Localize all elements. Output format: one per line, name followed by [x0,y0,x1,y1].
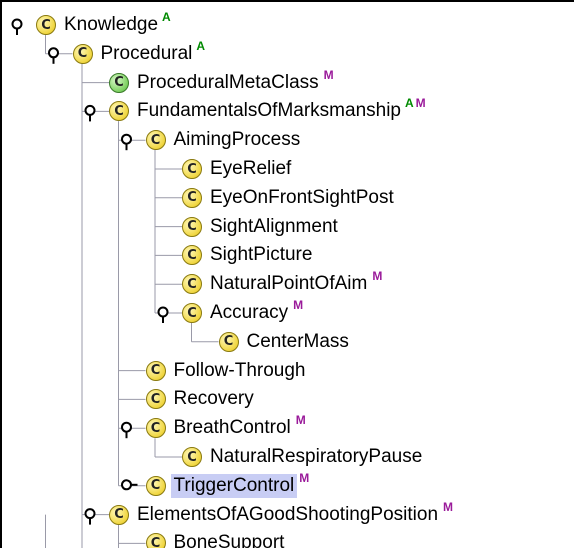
metaclass-badge: M [293,298,304,312]
class-icon: C [145,418,166,439]
class-icon: C [218,331,239,352]
abstract-badge: A [405,96,414,111]
tree-node-fundamentalsofmarksmanship[interactable]: C FundamentalsOfMarksmanship A M [109,97,426,125]
class-icon: C [182,303,202,323]
tree-node-sightalignment[interactable]: C SightAlignment [182,213,341,241]
expanded-handle-icon[interactable] [121,133,132,151]
class-icon: C [182,447,202,467]
abstract-badge: A [162,10,171,24]
tree-node-label: NaturalRespiratoryPause [210,446,423,467]
expanded-handle-icon[interactable] [157,306,169,324]
tree-node-label: EyeRelief [210,158,292,179]
metaclass-badge: M [415,96,426,111]
tree-node-knowledge[interactable]: C Knowledge A [36,11,171,39]
class-icon: C [182,216,202,237]
tree-node-label: NaturalPointOfAim [210,273,368,295]
collapsed-handle-icon[interactable] [121,479,138,491]
class-icon: C [36,15,56,35]
tree-node-proceduralmetaclass[interactable]: C ProceduralMetaClass M [109,69,334,97]
expanded-handle-icon[interactable] [121,421,132,439]
tree-node-procedural[interactable]: C Procedural A [72,38,206,68]
metaclass-badge: M [299,470,310,485]
tree-node-label: Follow-Through [173,359,306,381]
tree-node-label: EyeOnFrontSightPost [210,186,394,208]
tree-node-breathcontrol[interactable]: C BreathControl M [145,413,306,442]
class-icon: C [182,187,202,208]
tree-node-eyerelief[interactable]: C EyeRelief [182,155,294,183]
tree-node-label: Accuracy [210,302,289,323]
class-icon: C [145,130,166,151]
metaclass-badge: M [443,499,454,514]
tree-node-naturalpointofaim[interactable]: C NaturalPointOfAim M [182,270,382,298]
class-icon: C [182,159,202,179]
tree-node-label: SightAlignment [210,215,338,237]
tree-node-accuracy[interactable]: C Accuracy M [182,299,303,327]
metaclass-badge: M [372,269,383,284]
tree-node-elementsofagoodshootingposition[interactable]: C ElementsOfAGoodShootingPosition M [109,501,453,529]
tree-node-label: AimingProcess [173,129,301,151]
tree-node-label: BoneSupport [173,532,285,548]
class-icon: C [72,43,93,64]
class-icon: C [109,504,129,525]
tree-node-label: Recovery [173,388,254,410]
tree-node-eyeonfrontsightpost[interactable]: C EyeOnFrontSightPost [182,184,397,212]
tree-node-naturalrespiratorypause[interactable]: C NaturalRespiratoryPause [182,443,425,471]
class-icon: C [182,245,202,266]
panel-top-border [0,0,574,2]
class-icon: C [145,475,166,496]
tree-node-aimingprocess[interactable]: C AimingProcess [145,126,304,154]
class-icon: C [182,274,202,295]
tree-node-label: TriggerControl [170,473,298,498]
tree-node-label: ProceduralMetaClass [137,71,319,93]
tree-node-triggercontrol[interactable]: C TriggerControl M [145,470,310,500]
panel-left-border [0,0,2,548]
metaclass-badge: M [295,413,306,428]
expanded-handle-icon[interactable] [11,18,23,36]
tree-node-recovery[interactable]: C Recovery [145,385,257,413]
tree-node-follow-through[interactable]: C Follow-Through [145,357,309,385]
tree-node-sightpicture[interactable]: C SightPicture [182,241,315,269]
class-icon: C [109,101,129,122]
tree-node-label: FundamentalsOfMarksmanship [137,100,401,122]
expanded-handle-icon[interactable] [84,508,96,525]
tree-node-centermass[interactable]: C CenterMass [218,328,352,356]
expanded-handle-icon[interactable] [84,104,96,122]
expanded-handle-icon[interactable] [48,47,59,64]
class-icon: C [145,533,166,548]
tree-node-label: Procedural [100,42,193,64]
tree-node-label: Knowledge [64,14,159,35]
tree-node-label: BreathControl [173,417,291,439]
metaclass-icon: C [109,72,129,93]
tree-node-bonesupport[interactable]: C BoneSupport [145,529,288,548]
tree-node-label: CenterMass [246,330,349,352]
class-tree[interactable]: C Knowledge A C Procedural A C ProceduralMetaCl… [0,0,574,548]
class-icon: C [145,389,166,410]
class-icon: C [145,360,166,381]
tree-node-label: ElementsOfAGoodShootingPosition [137,503,439,525]
metaclass-badge: M [323,67,334,82]
tree-node-label: SightPicture [210,244,313,266]
abstract-badge: A [196,38,206,53]
